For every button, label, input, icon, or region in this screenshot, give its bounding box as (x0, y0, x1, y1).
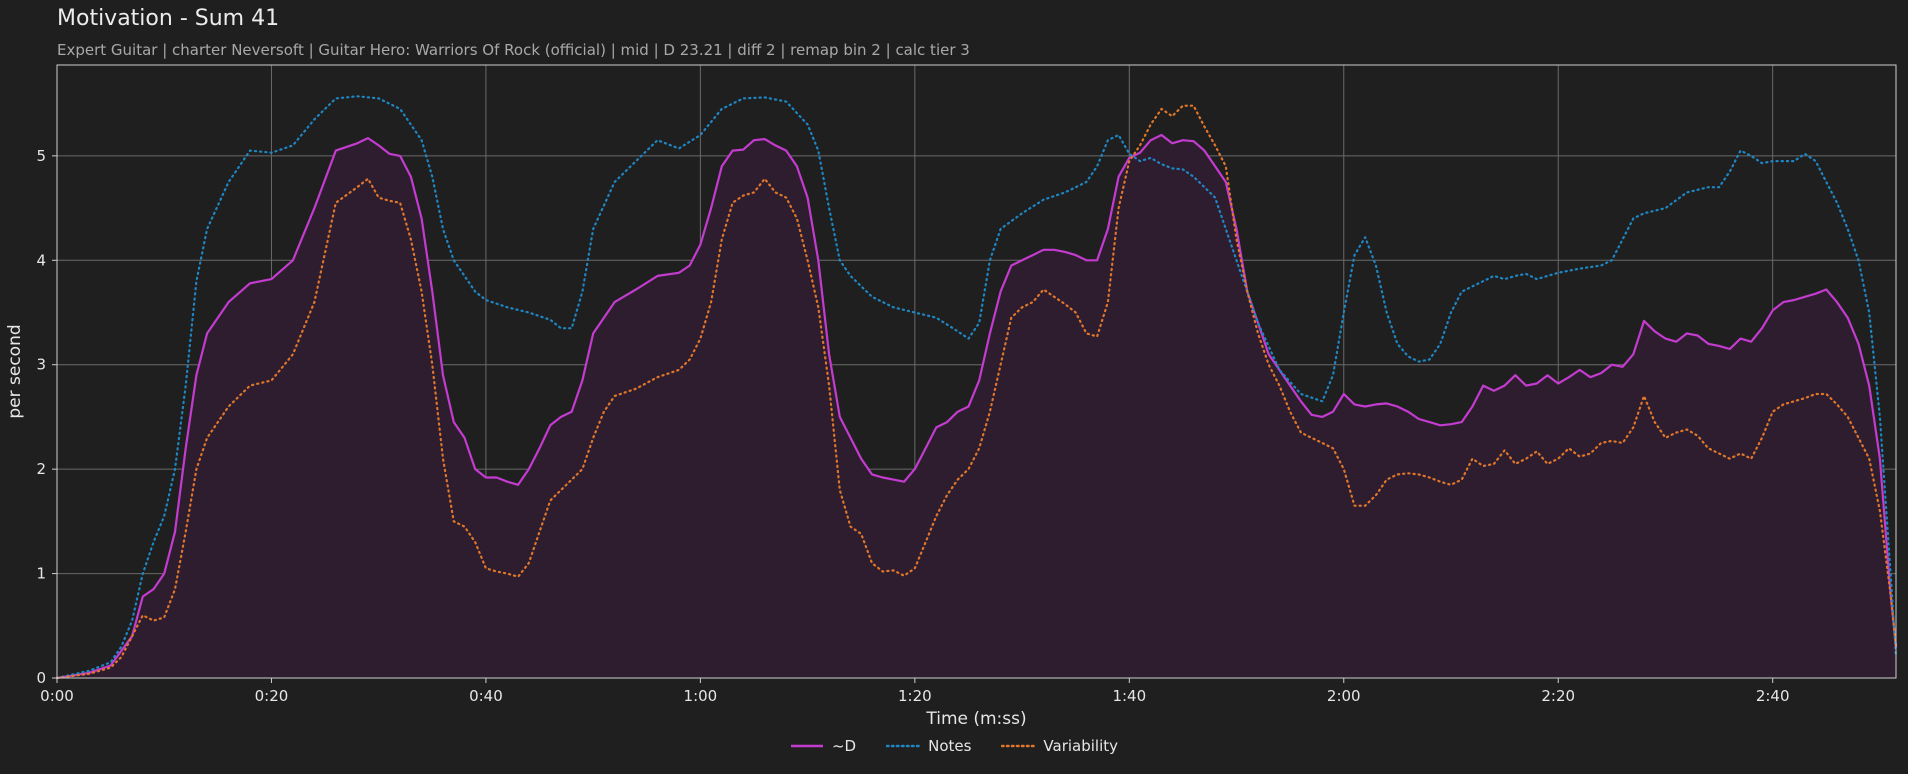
x-tick-label: 1:20 (898, 687, 932, 705)
y-tick-label: 3 (36, 356, 46, 374)
x-tick-label: 1:40 (1112, 687, 1146, 705)
x-axis-label: Time (m:ss) (925, 709, 1026, 729)
x-tick-label: 1:00 (684, 687, 718, 705)
legend-item-d: ~D (790, 737, 856, 755)
y-tick-label: 2 (36, 460, 46, 478)
y-tick-label: 1 (36, 565, 46, 583)
legend-label-d: ~D (831, 737, 857, 755)
legend-item-notes: Notes (886, 737, 971, 755)
x-tick-label: 0:20 (255, 687, 289, 705)
legend: ~D Notes Variability (0, 737, 1908, 755)
x-tick-label: 2:20 (1541, 687, 1575, 705)
legend-swatch-d (790, 744, 823, 748)
x-tick-label: 2:00 (1327, 687, 1361, 705)
legend-swatch-variability (1001, 744, 1036, 748)
chart-canvas: 0:00 0:20 0:40 1:00 1:20 1:40 2:00 2:20 2:40 0 1 2 3… (5, 64, 1898, 729)
x-tick-label: 0:40 (469, 687, 503, 705)
y-tick-label: 5 (36, 147, 46, 165)
x-tick-label: 0:00 (40, 687, 74, 705)
legend-swatch-notes (886, 744, 921, 748)
legend-label-variability: Variability (1043, 737, 1119, 755)
legend-label-notes: Notes (928, 737, 972, 755)
y-tick-label: 4 (36, 251, 46, 269)
y-axis-label: per second (5, 324, 25, 418)
legend-item-variability: Variability (1001, 737, 1118, 755)
x-tick-label: 2:40 (1756, 687, 1790, 705)
y-tick-label: 0 (36, 669, 46, 687)
